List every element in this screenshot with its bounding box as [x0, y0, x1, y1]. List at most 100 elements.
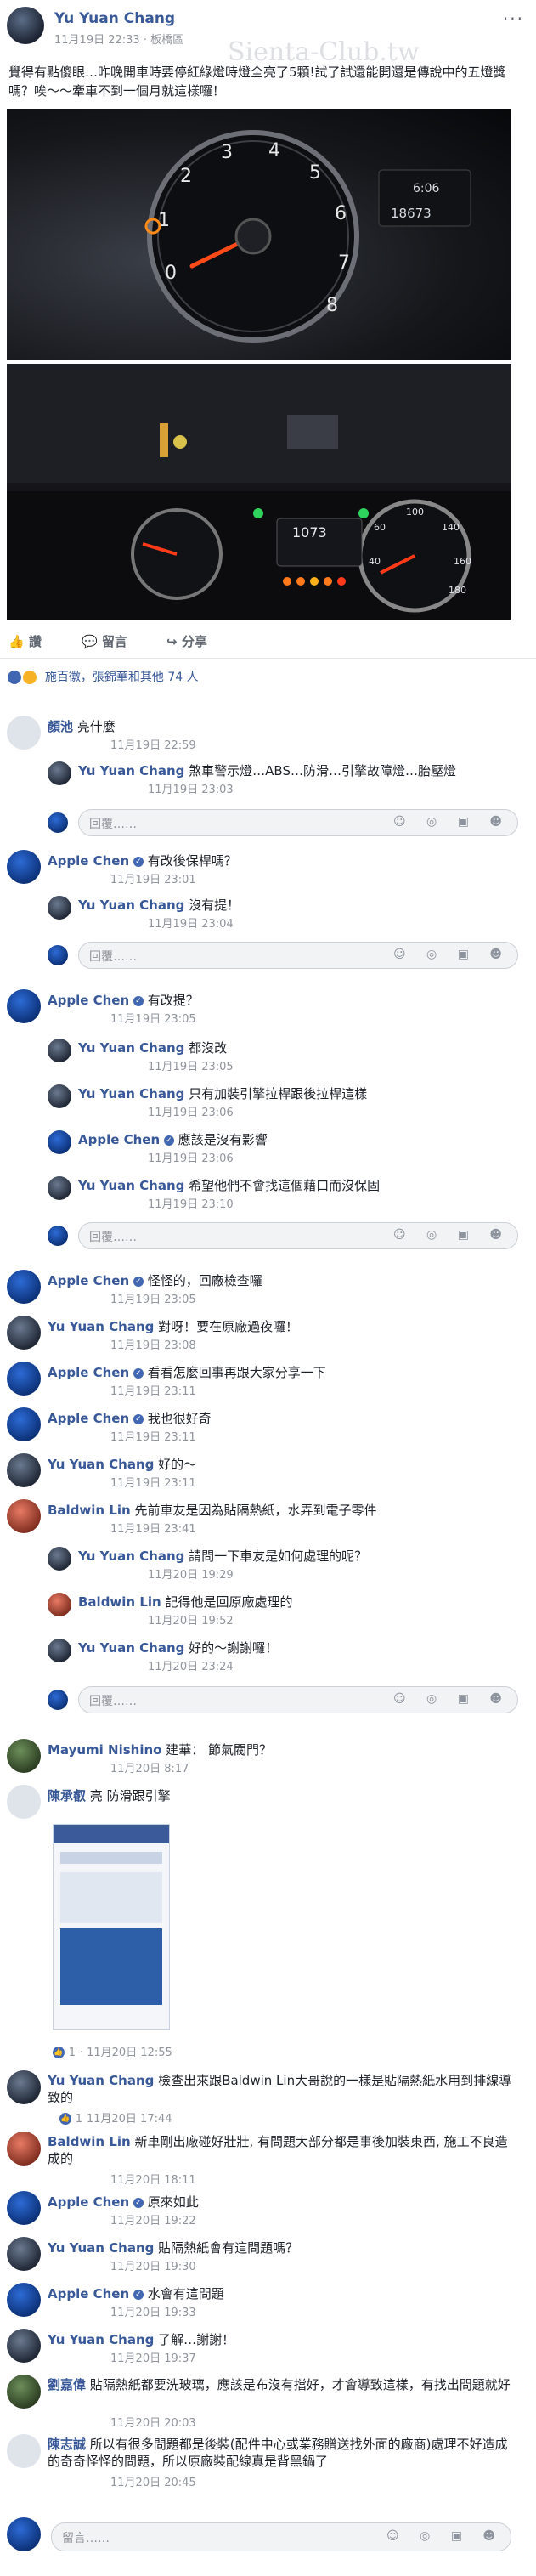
commenter-name[interactable]: Apple Chen: [48, 2286, 129, 2301]
commenter-name[interactable]: Apple Chen: [48, 2194, 129, 2210]
input-icons[interactable]: ☺ ◎ ▣ ☻: [386, 2529, 504, 2543]
author-avatar[interactable]: [7, 7, 44, 44]
share-button[interactable]: ↪ 分享: [166, 632, 207, 650]
commenter-avatar[interactable]: [48, 896, 71, 920]
commenter-name[interactable]: Apple Chen: [48, 1365, 129, 1380]
commenter-name[interactable]: Yu Yuan Chang: [78, 1178, 184, 1193]
commenter-avatar[interactable]: [7, 1362, 41, 1396]
commenter-name[interactable]: Baldwin Lin: [78, 1594, 161, 1610]
commenter-name[interactable]: Yu Yuan Chang: [78, 1640, 184, 1656]
comment-time[interactable]: 11月20日 20:45: [110, 2473, 196, 2489]
commenter-avatar[interactable]: [7, 716, 41, 750]
dashboard-photo-2[interactable]: 60 100 140 160 40 180 1073: [7, 364, 511, 620]
commenter-name[interactable]: Yu Yuan Chang: [78, 1040, 184, 1056]
comment-time[interactable]: 11月19日 23:01: [110, 870, 196, 886]
commenter-avatar[interactable]: [7, 2070, 41, 2104]
comment-time[interactable]: 11月20日 18:11: [110, 2171, 196, 2187]
commenter-name[interactable]: Apple Chen: [48, 993, 129, 1008]
commenter-avatar[interactable]: [48, 1176, 71, 1200]
comment-time[interactable]: 11月19日 23:06: [148, 1103, 234, 1119]
commenter-name[interactable]: Apple Chen: [48, 1411, 129, 1426]
commenter-name[interactable]: Yu Yuan Chang: [48, 2240, 154, 2256]
commenter-avatar[interactable]: [7, 2191, 41, 2225]
comment-time[interactable]: 11月19日 23:11: [110, 1428, 196, 1444]
reactions-summary[interactable]: 施百徽，張錦華和其他 74 人: [7, 668, 199, 685]
commenter-avatar[interactable]: [7, 2375, 41, 2409]
commenter-name[interactable]: Yu Yuan Chang: [48, 2332, 154, 2347]
commenter-name[interactable]: Baldwin Lin: [48, 1503, 131, 1518]
more-options-icon[interactable]: ···: [503, 8, 524, 29]
comment-time[interactable]: 11月19日 23:11: [110, 1382, 196, 1398]
commenter-avatar[interactable]: [7, 2434, 41, 2468]
commenter-name[interactable]: Yu Yuan Chang: [48, 2073, 154, 2088]
commenter-name[interactable]: Apple Chen: [78, 1132, 160, 1147]
commenter-name[interactable]: Yu Yuan Chang: [78, 897, 184, 913]
comment-time[interactable]: 11月19日 23:10: [148, 1195, 234, 1211]
commenter-name[interactable]: 陳承叡: [48, 1788, 86, 1803]
like-button[interactable]: 👍 讚: [8, 632, 42, 650]
like-count[interactable]: 1: [69, 2047, 76, 2059]
comment-time[interactable]: 11月20日 19:37: [110, 2349, 196, 2365]
comment-button[interactable]: 💬 留言: [82, 632, 127, 650]
commenter-name[interactable]: Yu Yuan Chang: [48, 1457, 154, 1472]
input-icons[interactable]: ☺ ◎ ▣ ☻: [393, 815, 511, 829]
input-icons[interactable]: ☺ ◎ ▣ ☻: [393, 1692, 511, 1706]
commenter-avatar[interactable]: [7, 2283, 41, 2317]
commenter-avatar[interactable]: [48, 1039, 71, 1062]
comment-time[interactable]: 11月20日 23:24: [148, 1657, 234, 1673]
comment-time[interactable]: 11月19日 23:06: [148, 1149, 234, 1165]
commenter-name[interactable]: 陳志誠: [48, 2437, 86, 2452]
author-name[interactable]: Yu Yuan Chang: [54, 10, 175, 27]
commenter-avatar[interactable]: [48, 1547, 71, 1571]
commenter-name[interactable]: Apple Chen: [48, 1273, 129, 1288]
commenter-avatar[interactable]: [7, 1407, 41, 1441]
commenter-name[interactable]: Yu Yuan Chang: [78, 1548, 184, 1564]
like-count[interactable]: 1: [76, 2113, 82, 2126]
comment-time[interactable]: 11月20日 19:30: [110, 2257, 196, 2273]
commenter-avatar[interactable]: [7, 1453, 41, 1487]
commenter-avatar[interactable]: [48, 1084, 71, 1108]
commenter-avatar[interactable]: [7, 1785, 41, 1819]
commenter-avatar[interactable]: [48, 761, 71, 785]
commenter-avatar[interactable]: [48, 1639, 71, 1662]
comment-time[interactable]: 11月20日 19:52: [148, 1611, 234, 1628]
comment-time[interactable]: 11月19日 23:05: [110, 1290, 196, 1306]
commenter-avatar[interactable]: [7, 2237, 41, 2271]
dashboard-photo-1[interactable]: 012 345 678 6:06 18673: [7, 109, 511, 360]
commenter-name[interactable]: Yu Yuan Chang: [78, 1086, 184, 1101]
input-icons[interactable]: ☺ ◎ ▣ ☻: [393, 1228, 511, 1242]
commenter-name[interactable]: 顏池: [48, 719, 73, 734]
comment-time[interactable]: 11月20日 17:44: [87, 2113, 172, 2126]
comment-time[interactable]: 11月19日 23:11: [110, 1474, 196, 1490]
commenter-avatar[interactable]: [7, 1499, 41, 1533]
comment-time[interactable]: 11月19日 23:05: [110, 1010, 196, 1026]
comment-input[interactable]: 留言…… ☺ ◎ ▣ ☻: [51, 2522, 511, 2551]
comment-time[interactable]: 11月19日 23:08: [110, 1336, 196, 1352]
commenter-name[interactable]: Mayumi Nishino: [48, 1742, 161, 1758]
commenter-avatar[interactable]: [7, 2329, 41, 2363]
comment-time[interactable]: 11月19日 23:05: [148, 1057, 234, 1073]
commenter-name[interactable]: Apple Chen: [48, 853, 129, 869]
comment-time[interactable]: 11月20日 8:17: [110, 1759, 189, 1775]
input-icons[interactable]: ☺ ◎ ▣ ☻: [393, 948, 511, 961]
commenter-avatar[interactable]: [7, 1739, 41, 1773]
comment-time[interactable]: 11月20日 19:22: [110, 2211, 196, 2228]
reply-input[interactable]: 回覆…… ☺ ◎ ▣ ☻: [78, 942, 518, 969]
commenter-name[interactable]: Yu Yuan Chang: [48, 1319, 154, 1334]
commenter-name[interactable]: Baldwin Lin: [48, 2134, 131, 2149]
reply-input[interactable]: 回覆…… ☺ ◎ ▣ ☻: [78, 1686, 518, 1713]
comment-time[interactable]: 11月19日 23:03: [148, 780, 234, 796]
comment-time[interactable]: 11月20日 20:03: [110, 2414, 196, 2430]
comment-time[interactable]: 11月19日 22:59: [110, 736, 196, 752]
comment-time[interactable]: 11月19日 23:04: [148, 914, 234, 931]
commenter-avatar[interactable]: [7, 989, 41, 1023]
comment-time[interactable]: 11月20日 19:29: [148, 1565, 234, 1582]
commenter-avatar[interactable]: [7, 850, 41, 884]
commenter-name[interactable]: Yu Yuan Chang: [78, 763, 184, 778]
commenter-avatar[interactable]: [7, 2132, 41, 2166]
reply-input[interactable]: 回覆…… ☺ ◎ ▣ ☻: [78, 809, 518, 836]
commenter-avatar[interactable]: [48, 1593, 71, 1616]
comment-time[interactable]: 11月20日 12:55: [87, 2047, 172, 2059]
commenter-avatar[interactable]: [7, 1316, 41, 1350]
comment-time[interactable]: 11月19日 23:41: [110, 1520, 196, 1536]
